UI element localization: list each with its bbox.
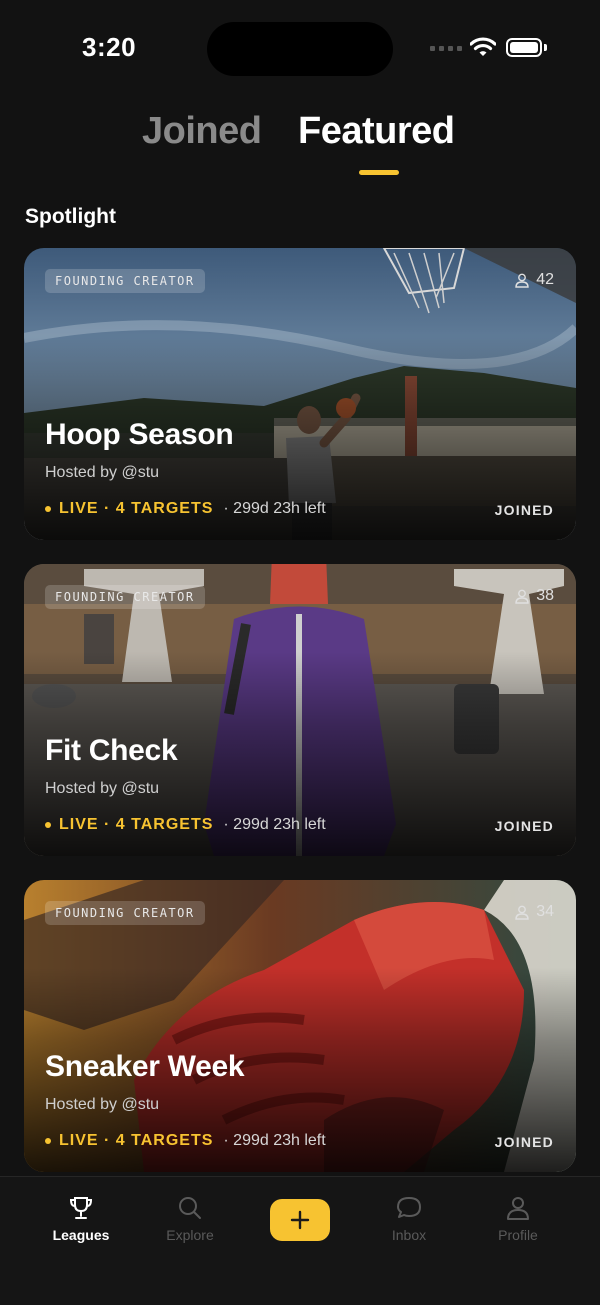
create-button[interactable] [270,1199,330,1241]
card-title: Sneaker Week [45,1050,245,1083]
nav-label-leagues: Leagues [52,1227,110,1243]
trophy-icon [69,1197,93,1219]
nav-profile[interactable]: Profile [473,1195,563,1245]
tab-joined[interactable]: Joined [142,110,262,153]
active-tab-indicator [359,170,399,175]
nav-label-inbox: Inbox [391,1227,427,1243]
member-count-value: 42 [536,271,554,288]
time-left: · 299d 23h left [223,1132,326,1149]
member-count: 42 [515,271,554,289]
tab-featured[interactable]: Featured [298,110,455,153]
live-status: LIVE · 4 TARGETS [59,816,214,833]
live-dot [45,1138,51,1144]
founding-creator-badge: FOUNDING CREATOR [45,585,205,609]
league-tabs: Joined Featured [0,110,600,180]
live-dot [45,822,51,828]
league-card-fit-check[interactable]: FOUNDING CREATOR 38 Fit Check Hosted by … [24,564,576,856]
nav-label-profile: Profile [498,1227,538,1243]
joined-label: JOINED [494,1134,554,1150]
cellular-signal-icon [430,46,462,51]
nav-explore[interactable]: Explore [145,1195,235,1245]
card-meta: LIVE · 4 TARGETS · 299d 23h left [45,500,326,518]
card-host: Hosted by @stu [45,780,160,797]
person-icon [515,905,529,920]
live-status: LIVE · 4 TARGETS [59,1132,214,1149]
card-host: Hosted by @stu [45,1096,160,1113]
person-icon [515,273,529,288]
card-meta: LIVE · 4 TARGETS · 299d 23h left [45,816,326,834]
member-count: 38 [515,587,554,605]
member-count-value: 38 [536,587,554,604]
status-bar: 3:20 [0,0,600,96]
member-count-value: 34 [536,903,554,920]
chat-bubble-icon [397,1197,421,1218]
dynamic-island [207,22,393,76]
nav-label-explore: Explore [166,1227,214,1243]
section-title: Spotlight [25,205,116,228]
bottom-tab-bar: Leagues Explore Inbox Profile [0,1176,600,1305]
league-card-hoop-season[interactable]: FOUNDING CREATOR 42 Hoop Season Hosted b… [24,248,576,540]
person-icon [507,1197,529,1220]
person-icon [515,589,529,604]
founding-creator-badge: FOUNDING CREATOR [45,901,205,925]
search-icon [179,1197,201,1219]
live-status: LIVE · 4 TARGETS [59,500,214,517]
status-time: 3:20 [82,32,137,62]
joined-label: JOINED [494,502,554,518]
card-title: Fit Check [45,734,178,767]
time-left: · 299d 23h left [223,816,326,833]
battery-nub [544,44,547,51]
nav-inbox[interactable]: Inbox [364,1195,454,1245]
card-meta: LIVE · 4 TARGETS · 299d 23h left [45,1132,326,1150]
nav-leagues[interactable]: Leagues [36,1195,126,1245]
live-dot [45,506,51,512]
card-title: Hoop Season [45,418,234,451]
joined-label: JOINED [494,818,554,834]
league-card-sneaker-week[interactable]: FOUNDING CREATOR 34 Sneaker Week Hosted … [24,880,576,1172]
member-count: 34 [515,903,554,921]
founding-creator-badge: FOUNDING CREATOR [45,269,205,293]
plus-icon [290,1210,310,1230]
wifi-icon [470,37,496,56]
card-host: Hosted by @stu [45,464,160,481]
battery-icon [506,38,542,57]
time-left: · 299d 23h left [223,500,326,517]
